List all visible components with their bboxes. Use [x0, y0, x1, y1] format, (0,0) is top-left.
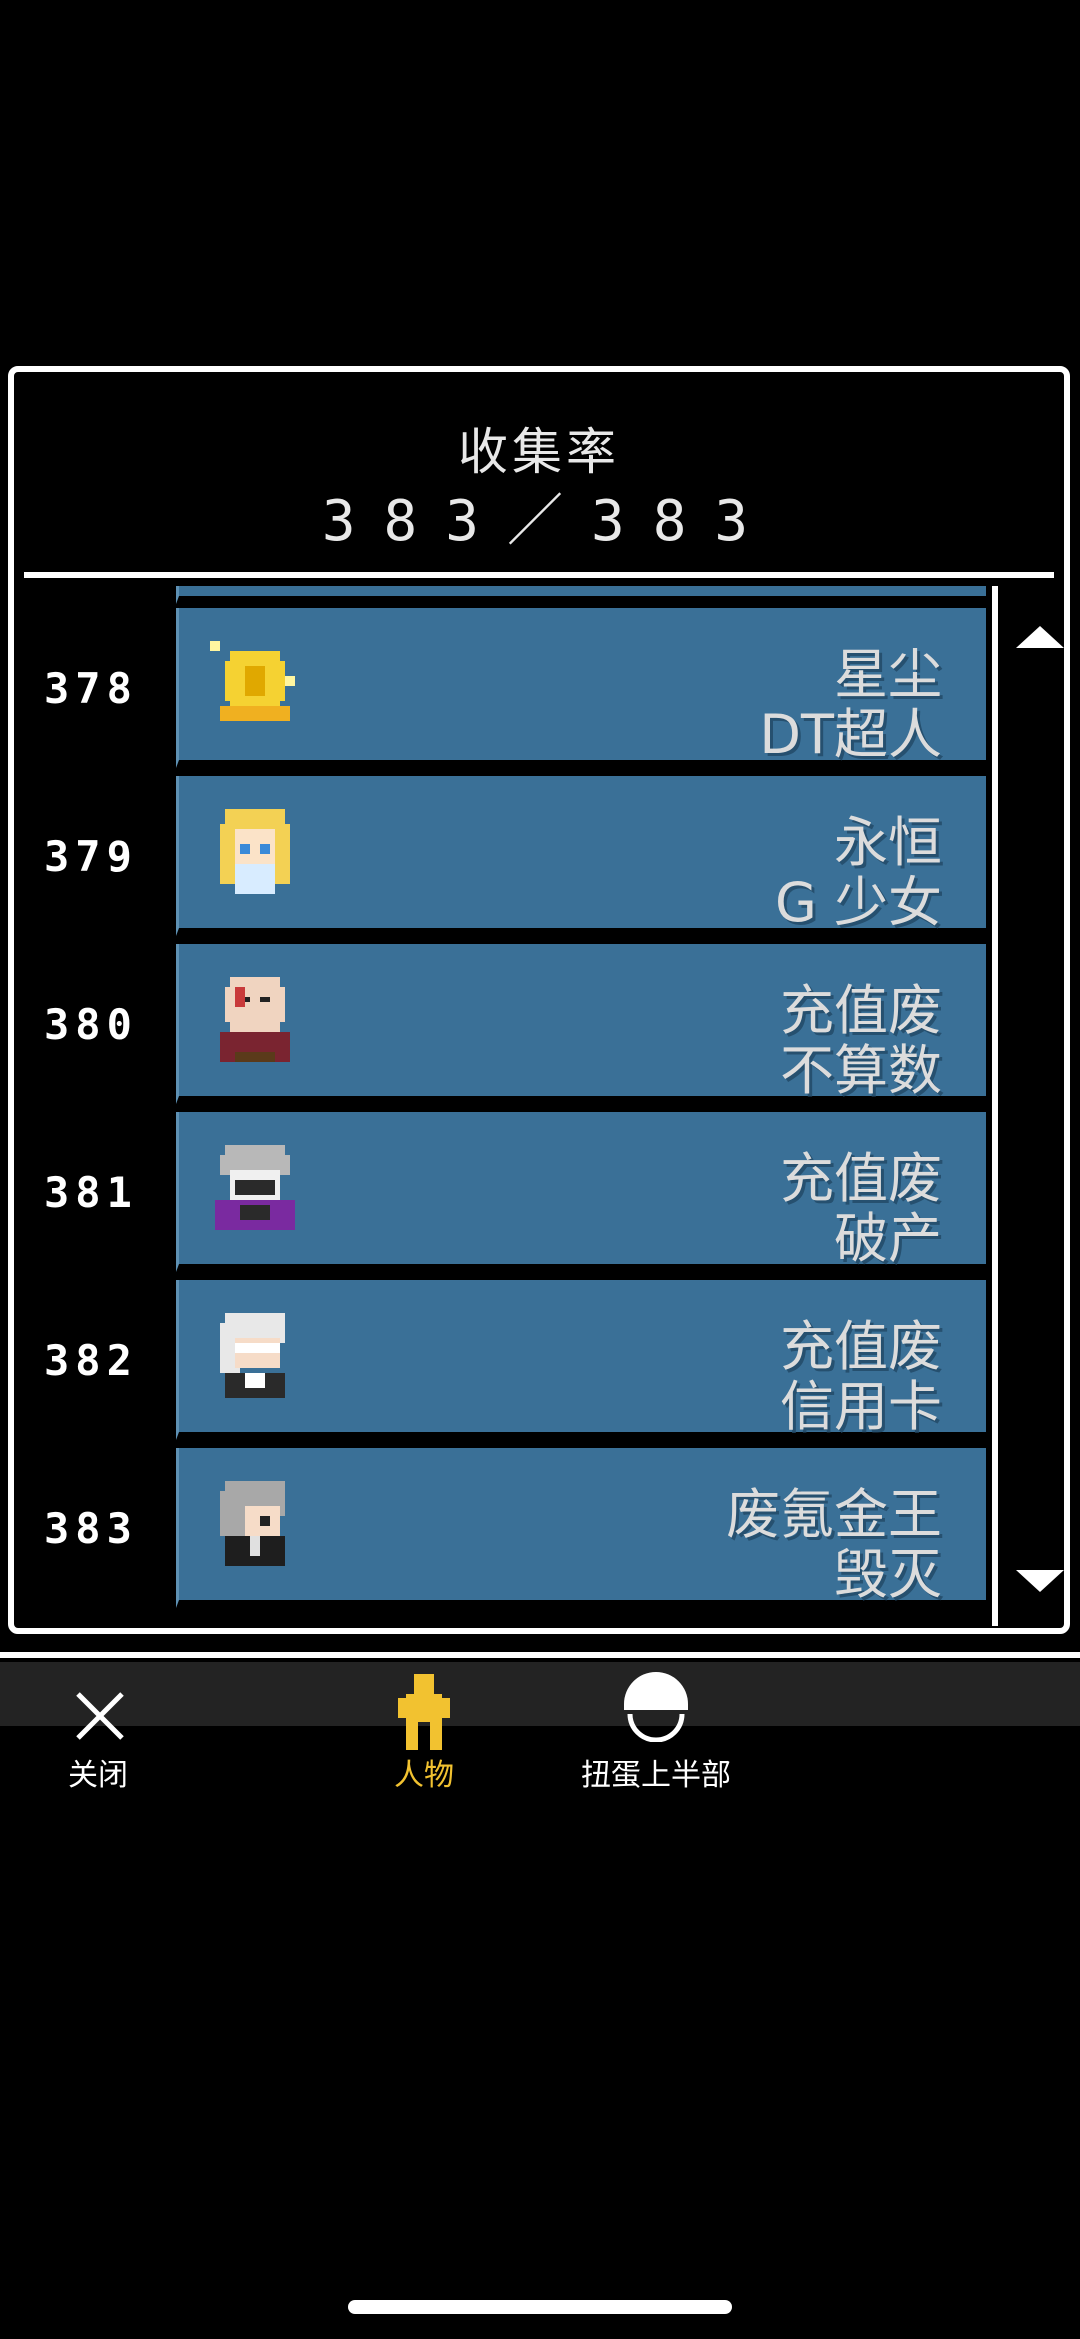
- white-hair-bandaged-character-icon: [220, 1313, 285, 1398]
- close-label: 关闭: [68, 1758, 128, 1793]
- entry-number: 382: [44, 1336, 138, 1385]
- masked-purple-character-icon: [215, 1145, 295, 1230]
- blonde-girl-character-icon: [220, 809, 290, 894]
- character-name: 破产: [834, 1207, 942, 1270]
- nav-divider: [0, 1652, 1080, 1658]
- list-item-partial[interactable]: [176, 586, 986, 604]
- tab-capsule-top[interactable]: 扭蛋上半部: [566, 1672, 746, 1793]
- character-card[interactable]: 充值废 不算数: [176, 944, 986, 1104]
- character-card[interactable]: 永恒 G 少女: [176, 776, 986, 936]
- entry-number: 383: [44, 1504, 138, 1553]
- home-indicator[interactable]: [348, 2300, 732, 2314]
- tab-characters[interactable]: 人物: [334, 1674, 514, 1793]
- character-name: G 少女: [774, 871, 942, 934]
- capsule-half-icon: [624, 1672, 688, 1742]
- character-card[interactable]: 废氪金王 毁灭: [176, 1448, 986, 1608]
- character-name: 不算数: [780, 1039, 942, 1102]
- entry-number: 381: [44, 1168, 138, 1217]
- character-name: 毁灭: [834, 1543, 942, 1606]
- entry-number: 379: [44, 832, 138, 881]
- characters-label: 人物: [394, 1758, 454, 1793]
- character-list[interactable]: 378 星尘 DT超人 379 永恒 G 少女 380 充值废 不算数 381 …: [20, 586, 986, 1614]
- list-item[interactable]: 383 废氪金王 毁灭: [20, 1448, 986, 1608]
- header-divider: [24, 572, 1054, 578]
- gray-hair-character-icon: [220, 1481, 285, 1566]
- collection-count: 383／383: [321, 489, 777, 554]
- entry-number: 378: [44, 664, 138, 713]
- character-name: 信用卡: [780, 1375, 942, 1438]
- list-item[interactable]: 381 充值废 破产: [20, 1112, 986, 1272]
- scrollbar-track[interactable]: [992, 586, 998, 1626]
- scroll-down-icon[interactable]: [1016, 1570, 1064, 1592]
- list-item[interactable]: 382 充值废 信用卡: [20, 1280, 986, 1440]
- collection-title: 收集率: [458, 423, 620, 481]
- person-icon: [398, 1674, 450, 1750]
- list-item[interactable]: 378 星尘 DT超人: [20, 608, 986, 768]
- character-card[interactable]: 充值废 破产: [176, 1112, 986, 1272]
- bald-old-man-character-icon: [220, 977, 290, 1062]
- close-icon: [76, 1692, 124, 1740]
- list-item[interactable]: 380 充值废 不算数: [20, 944, 986, 1104]
- close-button[interactable]: 关闭: [8, 1680, 188, 1793]
- character-card[interactable]: 充值废 信用卡: [176, 1280, 986, 1440]
- entry-number: 380: [44, 1000, 138, 1049]
- character-name: DT超人: [759, 703, 942, 766]
- character-card[interactable]: 星尘 DT超人: [176, 608, 986, 768]
- capsule-top-label: 扭蛋上半部: [581, 1758, 731, 1793]
- collection-panel: 收集率 383／383 378 星尘 DT超人 379 永恒 G 少女 380 …: [8, 366, 1070, 1634]
- list-item[interactable]: 379 永恒 G 少女: [20, 776, 986, 936]
- scroll-up-icon[interactable]: [1016, 626, 1064, 648]
- golden-coin-character-icon: [210, 641, 295, 721]
